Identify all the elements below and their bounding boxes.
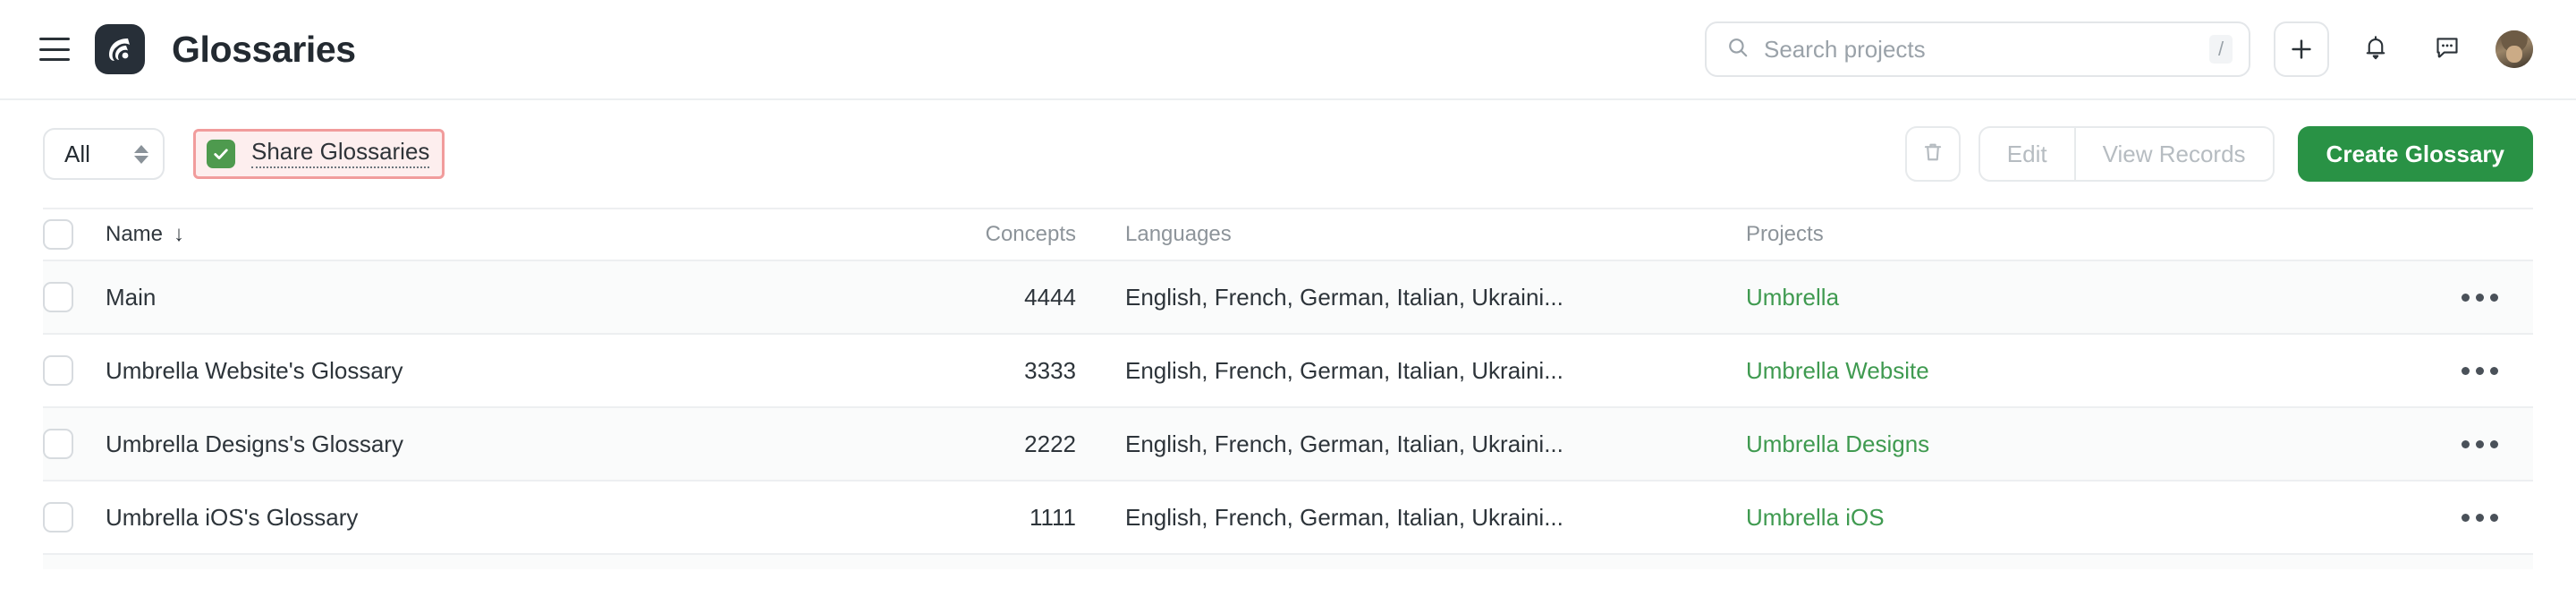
row-more-options-icon[interactable] — [2461, 293, 2498, 302]
glossaries-table: Name ↓ Concepts Languages Projects Main … — [0, 208, 2576, 569]
table-header-row: Name ↓ Concepts Languages Projects — [43, 208, 2533, 260]
row-more-options-icon[interactable] — [2461, 439, 2498, 448]
row-name: Umbrella Website's Glossary — [106, 356, 403, 384]
row-concepts: 3333 — [1024, 356, 1076, 384]
column-header-concepts[interactable]: Concepts — [911, 222, 1076, 247]
column-header-name[interactable]: Name ↓ — [106, 222, 911, 247]
table-row[interactable]: Umbrella Designs's Glossary 2222 English… — [43, 406, 2533, 480]
hamburger-line — [39, 38, 70, 40]
app-logo-icon[interactable] — [95, 24, 145, 74]
hamburger-line — [39, 58, 70, 61]
row-checkbox[interactable] — [43, 282, 73, 312]
column-header-projects-label: Projects — [1746, 222, 1824, 246]
create-glossary-button[interactable]: Create Glossary — [2297, 126, 2533, 182]
row-name: Umbrella Designs's Glossary — [106, 430, 403, 457]
sort-descending-icon: ↓ — [174, 222, 185, 246]
share-glossaries-label: Share Glossaries — [251, 140, 430, 168]
row-more-options-icon[interactable] — [2461, 513, 2498, 522]
chat-bubble-icon — [2434, 34, 2461, 65]
select-all-checkbox[interactable] — [43, 219, 73, 250]
avatar-face — [2505, 45, 2523, 64]
toolbar-actions: Edit View Records Create Glossary — [1904, 126, 2533, 182]
row-checkbox[interactable] — [43, 502, 73, 533]
row-select-cell — [43, 502, 106, 533]
share-glossaries-toggle[interactable]: Share Glossaries — [193, 129, 445, 179]
row-project-link[interactable]: Umbrella — [1746, 284, 1839, 311]
row-languages: English, French, German, Italian, Ukrain… — [1125, 503, 1563, 531]
column-header-projects[interactable]: Projects — [1746, 222, 2426, 247]
user-avatar[interactable] — [2496, 30, 2533, 68]
add-new-button[interactable] — [2274, 21, 2329, 77]
delete-button[interactable] — [1904, 126, 1961, 182]
row-select-cell — [43, 429, 106, 459]
row-more-options-icon[interactable] — [2461, 366, 2498, 375]
row-concepts: 4444 — [1024, 283, 1076, 311]
row-select-cell — [43, 282, 106, 312]
row-concepts: 1111 — [1029, 503, 1076, 531]
row-concepts: 2222 — [1024, 430, 1076, 457]
page-title: Glossaries — [172, 28, 356, 70]
row-project-link[interactable]: Umbrella Website — [1746, 357, 1929, 384]
row-checkbox[interactable] — [43, 355, 73, 386]
row-languages: English, French, German, Italian, Ukrain… — [1125, 356, 1563, 384]
filter-select-value: All — [64, 140, 90, 167]
trash-icon — [1921, 141, 1945, 168]
row-project-link[interactable]: Umbrella iOS — [1746, 504, 1885, 531]
search-icon — [1726, 36, 1750, 64]
edit-view-records-group: Edit View Records — [1978, 126, 2275, 182]
filter-select[interactable]: All — [43, 128, 165, 180]
messages-button[interactable] — [2422, 24, 2472, 74]
notifications-button[interactable] — [2351, 24, 2401, 74]
table-row-partial[interactable] — [43, 553, 2533, 569]
hamburger-menu-icon[interactable] — [39, 38, 70, 61]
top-header-bar: Glossaries / — [0, 0, 2576, 100]
column-header-name-label: Name — [106, 222, 164, 246]
view-records-button[interactable]: View Records — [2073, 128, 2273, 180]
table-row[interactable]: Umbrella iOS's Glossary 1111 English, Fr… — [43, 480, 2533, 553]
share-glossaries-checkbox[interactable] — [207, 140, 235, 168]
bell-icon — [2362, 34, 2389, 65]
table-row[interactable]: Umbrella Website's Glossary 3333 English… — [43, 333, 2533, 406]
search-input[interactable] — [1764, 35, 2209, 64]
list-toolbar: All Share Glossaries Edit View Records C… — [0, 100, 2576, 208]
hamburger-line — [39, 47, 70, 51]
table-row[interactable]: Main 4444 English, French, German, Itali… — [43, 260, 2533, 333]
column-header-languages[interactable]: Languages — [1076, 222, 1746, 247]
row-languages: English, French, German, Italian, Ukrain… — [1125, 430, 1563, 457]
header-actions: / — [1705, 21, 2533, 77]
column-header-concepts-label: Concepts — [985, 222, 1076, 246]
row-checkbox[interactable] — [43, 429, 73, 459]
row-name: Umbrella iOS's Glossary — [106, 503, 359, 531]
edit-button[interactable]: Edit — [1980, 128, 2074, 180]
column-header-languages-label: Languages — [1125, 222, 1232, 246]
select-all-cell — [43, 219, 106, 250]
search-shortcut-badge: / — [2209, 35, 2233, 64]
row-name: Main — [106, 283, 157, 311]
search-projects-box[interactable]: / — [1705, 21, 2250, 77]
row-select-cell — [43, 355, 106, 386]
chevron-updown-icon — [134, 144, 148, 164]
row-languages: English, French, German, Italian, Ukrain… — [1125, 283, 1563, 311]
row-project-link[interactable]: Umbrella Designs — [1746, 430, 1929, 457]
